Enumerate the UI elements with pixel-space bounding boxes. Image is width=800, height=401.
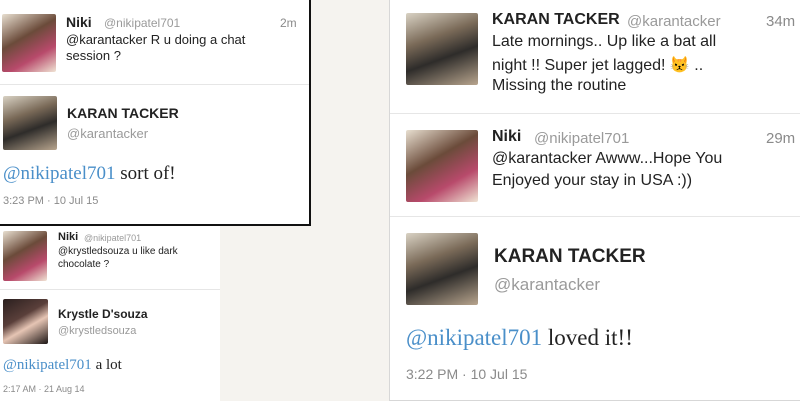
author-handle[interactable]: @krystledsouza <box>58 325 136 337</box>
avatar[interactable] <box>3 231 47 281</box>
tweet-text: night !! Super jet lagged! 😾 .. <box>492 57 704 74</box>
author-name[interactable]: Niki <box>492 128 521 146</box>
tweet-time: 2m <box>280 16 297 30</box>
tweet-text: Missing the routine <box>492 77 627 94</box>
tweet-text: @krystledsouza u like dark <box>58 246 178 257</box>
reply-body: loved it!! <box>542 325 633 350</box>
tweet-text: session ? <box>66 48 121 63</box>
avatar[interactable] <box>3 299 48 344</box>
author-name[interactable]: Krystle D'souza <box>58 307 148 321</box>
author-handle[interactable]: @nikipatel701 <box>534 130 629 147</box>
author-handle[interactable]: @karantacker <box>494 275 600 295</box>
author-handle[interactable]: @karantacker <box>67 126 148 141</box>
tweet-panel-karan-thread: KARAN TACKER @karantacker 34m Late morni… <box>389 0 800 401</box>
divider <box>390 113 800 114</box>
mention-link[interactable]: @nikipatel701 <box>406 325 542 350</box>
avatar[interactable] <box>406 130 478 202</box>
mention-link[interactable]: @nikipatel701 <box>3 163 115 184</box>
reply-text: @nikipatel701 loved it!! <box>406 325 633 351</box>
tweet-text: @karantacker Awww...Hope You <box>492 150 723 167</box>
divider <box>0 84 309 85</box>
author-name[interactable]: KARAN TACKER <box>67 105 179 121</box>
avatar[interactable] <box>3 96 57 150</box>
author-handle[interactable]: @nikipatel701 <box>84 233 141 243</box>
avatar[interactable] <box>2 14 56 72</box>
tweet-text: chocolate ? <box>58 259 110 270</box>
reply-body: sort of! <box>115 163 176 184</box>
timestamp: 2:17 AM · 21 Aug 14 <box>3 384 85 394</box>
avatar[interactable] <box>406 233 478 305</box>
timestamp: 3:23 PM · 10 Jul 15 <box>3 195 99 207</box>
tweet-panel-karan-reply: Niki @nikipatel701 2m @karantacker R u d… <box>0 0 311 226</box>
mention-link[interactable]: @nikipatel701 <box>3 357 92 373</box>
avatar[interactable] <box>406 13 478 85</box>
tweet-time: 34m <box>766 13 796 30</box>
reply-text: @nikipatel701 sort of! <box>3 163 176 185</box>
tweet-text: Late mornings.. Up like a bat all <box>492 33 717 50</box>
author-handle[interactable]: @nikipatel701 <box>104 16 180 30</box>
reply-text: @nikipatel701 a lot <box>3 357 122 374</box>
author-name[interactable]: Niki <box>66 14 92 30</box>
timestamp: 3:22 PM · 10 Jul 15 <box>406 366 528 382</box>
divider <box>390 216 800 217</box>
divider <box>0 289 220 290</box>
reply-body: a lot <box>91 357 122 373</box>
tweet-text: @karantacker R u doing a chat <box>66 32 246 47</box>
tweet-panel-krystle-reply: Niki @nikipatel701 @krystledsouza u like… <box>0 226 220 401</box>
tweet-time: 29m <box>766 130 796 147</box>
author-name[interactable]: KARAN TACKER <box>492 11 620 29</box>
tweet-text: Enjoyed your stay in USA :)) <box>492 172 693 189</box>
author-name[interactable]: KARAN TACKER <box>494 246 646 268</box>
author-handle[interactable]: @karantacker <box>627 13 721 30</box>
author-name[interactable]: Niki <box>58 231 78 243</box>
